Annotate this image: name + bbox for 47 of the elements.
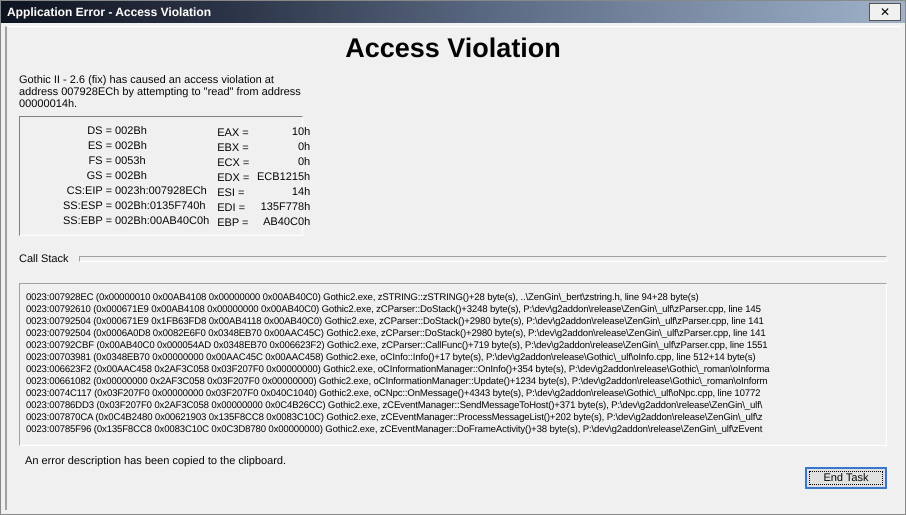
register-name: CS:EIP =	[66, 185, 112, 199]
register-name: EDI =	[217, 201, 246, 214]
call-stack-line: 0023:00785F96 (0x135F8CC8 0x0083C10C 0x0C3D8780 0x00000000) Gothic2.exe, zCEventManager::DoFrameActivity()+38 byte(s), P:\dev\g2addon\release\ZenGin\_ulf\zEvent	[26, 424, 762, 436]
register-value: AB40C0h	[262, 215, 310, 229]
call-stack-line: 0023:00786DD3 (0x03F207F0 0x2AF3C058 0x00000000 0x0C4B26CC) Gothic2.exe, zCEventManager::SendMessageToHost()+371 byte(s), P:\dev\g2addon\release\ZenGin\_ulf\	[26, 400, 762, 412]
window-title: Application Error - Access Violation	[7, 5, 212, 19]
call-stack-line: 0023:00792610 (0x000671E9 0x00AB4108 0x00000000 0x00AB40C0) Gothic2.exe, zCParser::DoStack()+3248 byte(s), P:\dev\g2addon\release\ZenGin\_ulf\zParser.cpp, line 145	[26, 304, 761, 316]
register-value: 002Bh	[115, 125, 148, 139]
register-name: EBP =	[217, 216, 250, 229]
register-value: 0023h:007928ECh	[115, 185, 208, 199]
register-value: 0053h	[115, 155, 147, 169]
close-button[interactable]: ✕	[869, 3, 901, 21]
call-stack-line: 0023:006623F2 (0x00AAC458 0x2AF3C058 0x03F207F0 0x00000000) Gothic2.exe, oCInformationManager::OnInfo()+354 byte(s), P:\dev\g2addon\release\Gothic\_roman\oInforma	[26, 364, 770, 376]
error-message: Gothic II - 2.6 (fix) has caused an access violation at address 007928ECh by attempting to "read" from address 00000014h.	[19, 74, 302, 110]
register-name: ES =	[86, 140, 112, 154]
call-stack-line: 0023:007928EC (0x00000010 0x00AB4108 0x00000000 0x00AB40C0) Gothic2.exe, zSTRING::zSTRING()+28 byte(s), ..\ZenGin\_bert\zstring.h, line 94+28 byte(s)	[26, 292, 699, 304]
register-name: EDX =	[217, 171, 250, 184]
call-stack-line: 0023:00792504 (0x000671E9 0x1FB63FD8 0x00AB4118 0x00AB40C0) Gothic2.exe, zCParser::DoStack()+2980 byte(s), P:\dev\g2addon\release\ZenGin\_ulf\zParser.cpp, line 141	[26, 316, 764, 328]
register-name: GS =	[86, 170, 112, 184]
status-text: An error description has been copied to the clipboard.	[24, 455, 286, 467]
register-value: 0h	[296, 140, 310, 154]
register-name: ESI =	[217, 186, 246, 199]
register-name: SS:EBP =	[62, 215, 112, 229]
call-stack-line: 0023:00792CBF (0x00AB40C0 0x000054AD 0x0348EB70 0x006623F2) Gothic2.exe, zCParser::CallFunc()+719 byte(s), P:\dev\g2addon\release\ZenGin\_ulf\zParser.cpp, line 1551	[26, 340, 768, 352]
register-name: ECX =	[217, 156, 250, 169]
register-value: 0h	[296, 155, 310, 169]
end-task-button[interactable]: End Task	[805, 467, 887, 489]
register-name: EAX =	[217, 126, 250, 139]
register-value: ECB1215h	[256, 170, 310, 184]
call-stack-line: 0023:00661082 (0x00000000 0x2AF3C058 0x03F207F0 0x00000000) Gothic2.exe, oCInformationManager::Update()+1234 byte(s), P:\dev\g2addon\release\Gothic\_roman\oInform	[26, 376, 768, 388]
register-name: SS:ESP =	[62, 200, 112, 214]
call-stack-line: 0023:007870CA (0x0C4B2480 0x00621903 0x135F8CC8 0x0083C10C) Gothic2.exe, zCEventManager::ProcessMessageList()+202 byte(s), P:\dev\g2addon\release\ZenGin\_ulf\z	[26, 412, 762, 424]
call-stack-line: 0023:00703981 (0x0348EB70 0x00000000 0x00AAC45C 0x00AAC458) Gothic2.exe, oCInfo::Info()+17 byte(s), P:\dev\g2addon\release\Gothic\_ulf\oInfo.cpp, line 512+14 byte(s)	[26, 352, 756, 364]
register-value: 002Bh	[115, 140, 148, 154]
call-stack-label: Call Stack	[19, 253, 69, 265]
register-value: 14h	[290, 185, 310, 199]
register-value: 002Bh:0135F740h	[115, 200, 207, 214]
error-heading: Access Violation	[344, 33, 562, 64]
register-value: 135F778h	[260, 200, 310, 214]
register-value: 10h	[290, 125, 310, 139]
call-stack-line: 0023:0074C117 (0x03F207F0 0x00000000 0x03F207F0 0x040C1040) Gothic2.exe, oCNpc::OnMessage()+4343 byte(s), P:\dev\g2addon\release\Gothic\_ulf\oNpc.cpp, line 10772	[26, 388, 760, 400]
call-stack-line: 0023:00792504 (0x0006A0D8 0x0082E6F0 0x0348EB70 0x00AAC45C) Gothic2.exe, zCParser::DoStack()+2980 byte(s), P:\dev\g2addon\release\ZenGin\_ulf\zParser.cpp, line 141	[26, 328, 766, 340]
register-value: 002Bh:00AB40C0h	[115, 215, 210, 229]
register-name: DS =	[86, 125, 112, 139]
register-name: FS =	[87, 155, 112, 169]
register-value: 002Bh	[115, 170, 148, 184]
register-name: EBX =	[217, 141, 250, 154]
